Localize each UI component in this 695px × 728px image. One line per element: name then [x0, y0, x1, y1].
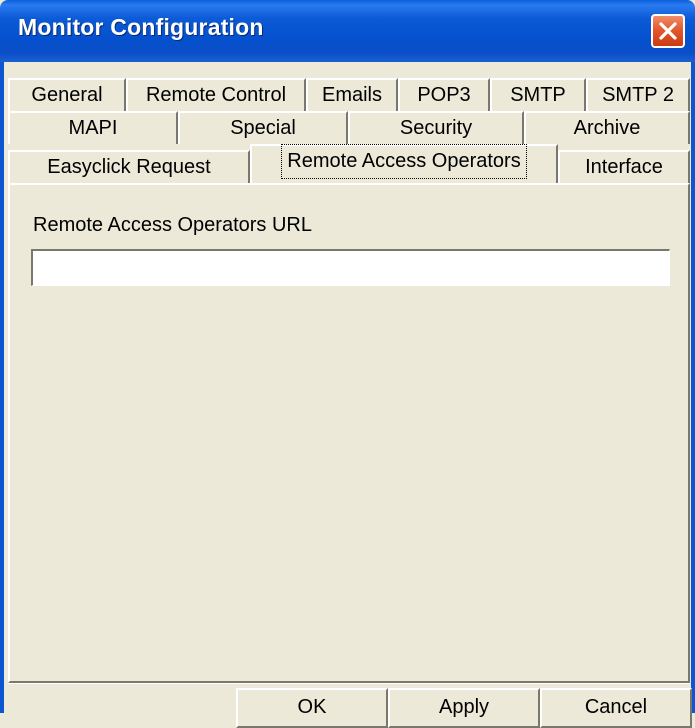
tab-smtp[interactable]: SMTP [490, 78, 586, 111]
close-button[interactable] [651, 14, 685, 48]
window-frame-left [0, 62, 4, 713]
close-icon [659, 22, 677, 40]
ok-button[interactable]: OK [236, 688, 388, 728]
tab-remote-access-operators[interactable]: Remote Access Operators [250, 144, 558, 183]
tab-pop3[interactable]: POP3 [398, 78, 490, 111]
tab-label: MAPI [68, 117, 118, 139]
tab-label: SMTP [510, 84, 566, 106]
remote-access-operators-url-field[interactable] [31, 249, 670, 286]
tab-smtp-2[interactable]: SMTP 2 [586, 78, 690, 111]
url-field-label: Remote Access Operators URL [33, 214, 312, 236]
tab-mapi[interactable]: MAPI [8, 111, 178, 144]
tab-general[interactable]: General [8, 78, 126, 111]
dialog-window: Monitor Configuration General Remote Con… [0, 0, 695, 728]
tab-label: Easyclick Request [47, 156, 211, 178]
tab-label: SMTP 2 [602, 84, 674, 106]
title-bar[interactable]: Monitor Configuration [0, 0, 695, 62]
tab-easyclick-request[interactable]: Easyclick Request [8, 150, 250, 183]
cancel-button[interactable]: Cancel [540, 688, 692, 728]
apply-button[interactable]: Apply [388, 688, 540, 728]
tab-security[interactable]: Security [348, 111, 524, 144]
separator [8, 683, 690, 684]
tab-emails[interactable]: Emails [306, 78, 398, 111]
tab-label: Interface [585, 156, 663, 178]
tab-label: Remote Access Operators [281, 144, 527, 179]
tab-label: Emails [321, 84, 382, 106]
tab-label: Remote Control [145, 84, 287, 106]
tab-interface[interactable]: Interface [558, 150, 690, 183]
tab-label: General [31, 84, 103, 106]
tab-archive[interactable]: Archive [524, 111, 690, 144]
tab-label: POP3 [417, 84, 471, 106]
window-frame-right [691, 62, 695, 713]
tab-label: Security [399, 117, 473, 139]
window-title: Monitor Configuration [18, 14, 264, 40]
tab-label: Archive [573, 117, 641, 139]
tab-remote-control[interactable]: Remote Control [126, 78, 306, 111]
tab-special[interactable]: Special [178, 111, 348, 144]
tab-label: Special [230, 117, 296, 139]
